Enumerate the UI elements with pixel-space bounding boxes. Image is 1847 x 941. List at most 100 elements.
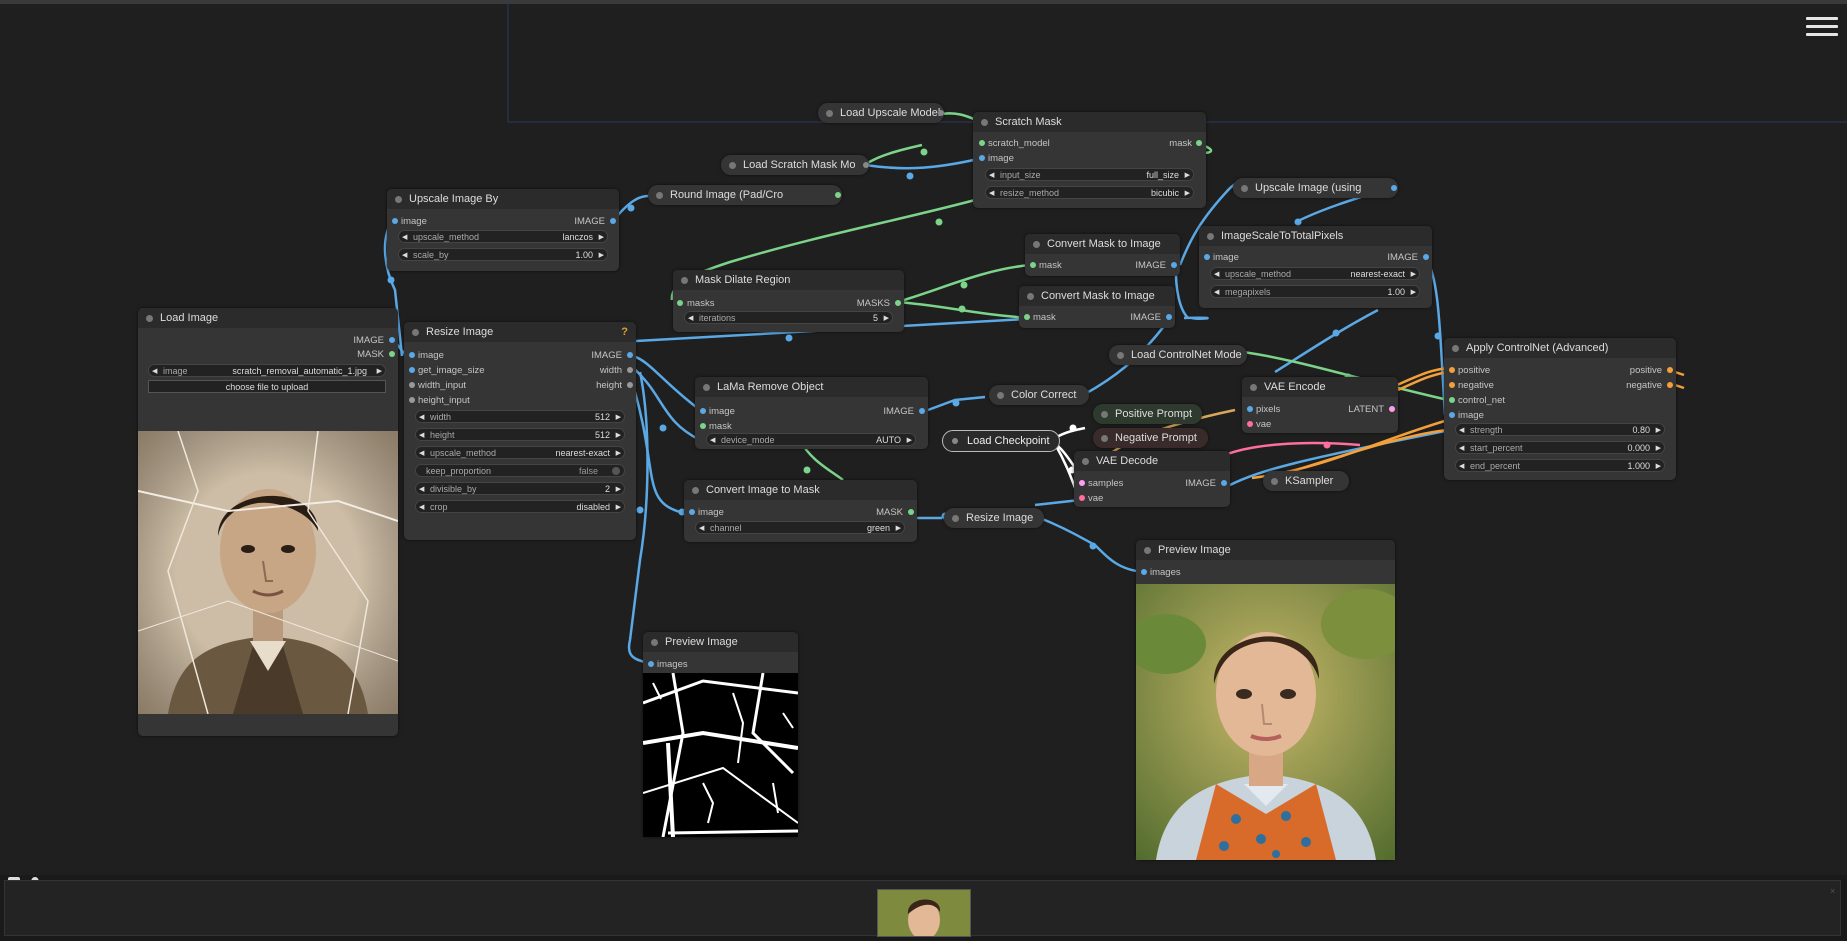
megapixels-widget[interactable]: megapixels 1.00 <box>1210 285 1420 299</box>
output-socket-image[interactable] <box>389 337 395 343</box>
node-lama-remove-object[interactable]: LaMa Remove Object image mask IMAGE devi… <box>695 377 928 449</box>
input-socket-image[interactable] <box>700 408 706 414</box>
node-convert-image-to-mask[interactable]: Convert Image to Mask image MASK channel… <box>684 480 917 542</box>
crop-widget[interactable]: crop disabled <box>415 500 625 514</box>
output-socket-image[interactable] <box>919 408 925 414</box>
node-image-scale-total-pixels[interactable]: ImageScaleToTotalPixels image IMAGE upsc… <box>1199 226 1432 308</box>
output-socket-image[interactable] <box>627 352 633 358</box>
widget-label: resize_method <box>1000 188 1060 198</box>
input-socket-pixels[interactable] <box>1247 406 1253 412</box>
node-preview-image-result[interactable]: Preview Image images <box>1136 540 1395 860</box>
upscale-method-widget[interactable]: upscale_method nearest-exact <box>415 446 625 460</box>
node-vae-decode[interactable]: VAE Decode samples vae IMAGE <box>1074 451 1230 507</box>
output-socket-mask[interactable] <box>389 351 395 357</box>
output-socket-positive[interactable] <box>1667 367 1673 373</box>
input-socket-images[interactable] <box>1141 569 1147 575</box>
input-socket-width-input[interactable] <box>409 382 415 388</box>
output-socket-image[interactable] <box>1221 480 1227 486</box>
channel-widget[interactable]: channel green <box>695 521 905 535</box>
node-load-upscale-model[interactable]: Load Upscale Model <box>818 103 944 123</box>
divisible-by-widget[interactable]: divisible_by 2 <box>415 482 625 496</box>
output-socket[interactable] <box>938 110 944 116</box>
iterations-widget[interactable]: iterations 5 <box>684 311 893 325</box>
scale-by-widget[interactable]: scale_by 1.00 <box>398 248 608 262</box>
input-socket-mask[interactable] <box>1024 314 1030 320</box>
strength-widget[interactable]: strength 0.80 <box>1455 423 1665 437</box>
output-socket-height[interactable] <box>627 382 633 388</box>
input-socket-image[interactable] <box>409 352 415 358</box>
widget-label: crop <box>430 502 448 512</box>
node-color-correct[interactable]: Color Correct <box>989 385 1089 405</box>
node-negative-prompt[interactable]: Negative Prompt <box>1093 428 1208 448</box>
input-socket-image[interactable] <box>1204 254 1210 260</box>
node-preview-image-mask[interactable]: Preview Image images <box>643 632 798 837</box>
input-socket-image[interactable] <box>689 509 695 515</box>
input-socket-masks[interactable] <box>677 300 683 306</box>
input-socket-mask[interactable] <box>1030 262 1036 268</box>
device-mode-widget[interactable]: device_mode AUTO <box>706 433 916 447</box>
keep-proportion-toggle[interactable]: keep_proportion false <box>415 464 625 477</box>
node-graph-canvas[interactable]: Load Upscale Model Scratch Mask scratch_… <box>0 0 1847 875</box>
input-socket-scratch-model[interactable] <box>979 140 985 146</box>
resize-method-widget[interactable]: resize_method bicubic <box>985 186 1194 200</box>
node-apply-controlnet-advanced[interactable]: Apply ControlNet (Advanced) positive neg… <box>1444 338 1676 480</box>
node-load-scratch-mask-model[interactable]: Load Scratch Mask Mo <box>721 155 869 175</box>
end-percent-widget[interactable]: end_percent 1.000 <box>1455 459 1665 473</box>
node-convert-mask-to-image[interactable]: Convert Mask to Image mask IMAGE <box>1025 234 1180 276</box>
feed-thumbnail[interactable] <box>877 889 971 937</box>
output-socket-masks[interactable] <box>895 300 901 306</box>
node-scratch-mask[interactable]: Scratch Mask scratch_model image mask in… <box>973 112 1206 208</box>
start-percent-widget[interactable]: start_percent 0.000 <box>1455 441 1665 455</box>
upscale-method-widget[interactable]: upscale_method nearest-exact <box>1210 267 1420 281</box>
input-socket-get-image-size[interactable] <box>409 367 415 373</box>
height-widget[interactable]: height 512 <box>415 428 625 442</box>
node-upscale-image-using[interactable]: Upscale Image (using <box>1233 178 1398 198</box>
feed-close-icon[interactable]: × <box>1830 886 1835 896</box>
input-socket-negative[interactable] <box>1449 382 1455 388</box>
input-socket-image[interactable] <box>392 218 398 224</box>
help-icon[interactable]: ? <box>621 326 628 338</box>
input-socket-image[interactable] <box>1449 412 1455 418</box>
output-socket-image[interactable] <box>1171 262 1177 268</box>
output-socket-width[interactable] <box>627 367 633 373</box>
input-socket-image[interactable] <box>979 155 985 161</box>
input-socket-positive[interactable] <box>1449 367 1455 373</box>
output-socket[interactable] <box>835 192 841 198</box>
node-load-checkpoint[interactable]: Load Checkpoint <box>942 430 1060 452</box>
input-socket-control-net[interactable] <box>1449 397 1455 403</box>
output-socket-image[interactable] <box>1423 254 1429 260</box>
output-socket-mask[interactable] <box>1196 140 1202 146</box>
node-mask-dilate-region[interactable]: Mask Dilate Region masks MASKS iteration… <box>673 270 904 332</box>
output-socket-mask[interactable] <box>908 509 914 515</box>
node-positive-prompt[interactable]: Positive Prompt <box>1093 404 1202 424</box>
output-socket[interactable] <box>1391 185 1397 191</box>
input-socket-samples[interactable] <box>1079 480 1085 486</box>
output-socket-image[interactable] <box>610 218 616 224</box>
node-upscale-image-by[interactable]: Upscale Image By image IMAGE upscale_met… <box>387 189 619 271</box>
output-socket-image[interactable] <box>1166 314 1172 320</box>
input-size-widget[interactable]: input_size full_size <box>985 168 1194 182</box>
input-socket-height-input[interactable] <box>409 397 415 403</box>
node-vae-encode[interactable]: VAE Encode pixels vae LATENT <box>1242 377 1398 433</box>
hamburger-menu-icon[interactable] <box>1806 12 1838 42</box>
image-file-widget[interactable]: image scratch_removal_automatic_1.jpg <box>148 364 386 378</box>
input-socket-mask[interactable] <box>700 423 706 429</box>
node-load-controlnet[interactable]: Load ControlNet Mode <box>1109 345 1247 365</box>
upscale-method-widget[interactable]: upscale_method lanczos <box>398 230 608 244</box>
node-round-image[interactable]: Round Image (Pad/Cro <box>648 185 842 205</box>
output-socket[interactable] <box>863 162 869 168</box>
width-widget[interactable]: width 512 <box>415 410 625 424</box>
node-ksampler[interactable]: KSampler <box>1263 471 1349 491</box>
node-load-image[interactable]: Load Image IMAGE MASK image scratch_remov… <box>138 308 398 736</box>
input-socket-images[interactable] <box>648 661 654 667</box>
output-socket-latent[interactable] <box>1389 406 1395 412</box>
input-socket-vae[interactable] <box>1247 421 1253 427</box>
node-resize-image[interactable]: Resize Image ? image get_image_size widt… <box>404 322 636 540</box>
node-title: Upscale Image By <box>387 189 619 209</box>
output-socket-negative[interactable] <box>1667 382 1673 388</box>
node-resize-image-collapsed[interactable]: Resize Image <box>944 508 1044 528</box>
upload-button[interactable]: choose file to upload <box>148 380 386 393</box>
input-socket-vae[interactable] <box>1079 495 1085 501</box>
node-convert-mask-to-image[interactable]: Convert Mask to Image mask IMAGE <box>1019 286 1175 328</box>
output-label-image: IMAGE <box>1135 260 1166 271</box>
